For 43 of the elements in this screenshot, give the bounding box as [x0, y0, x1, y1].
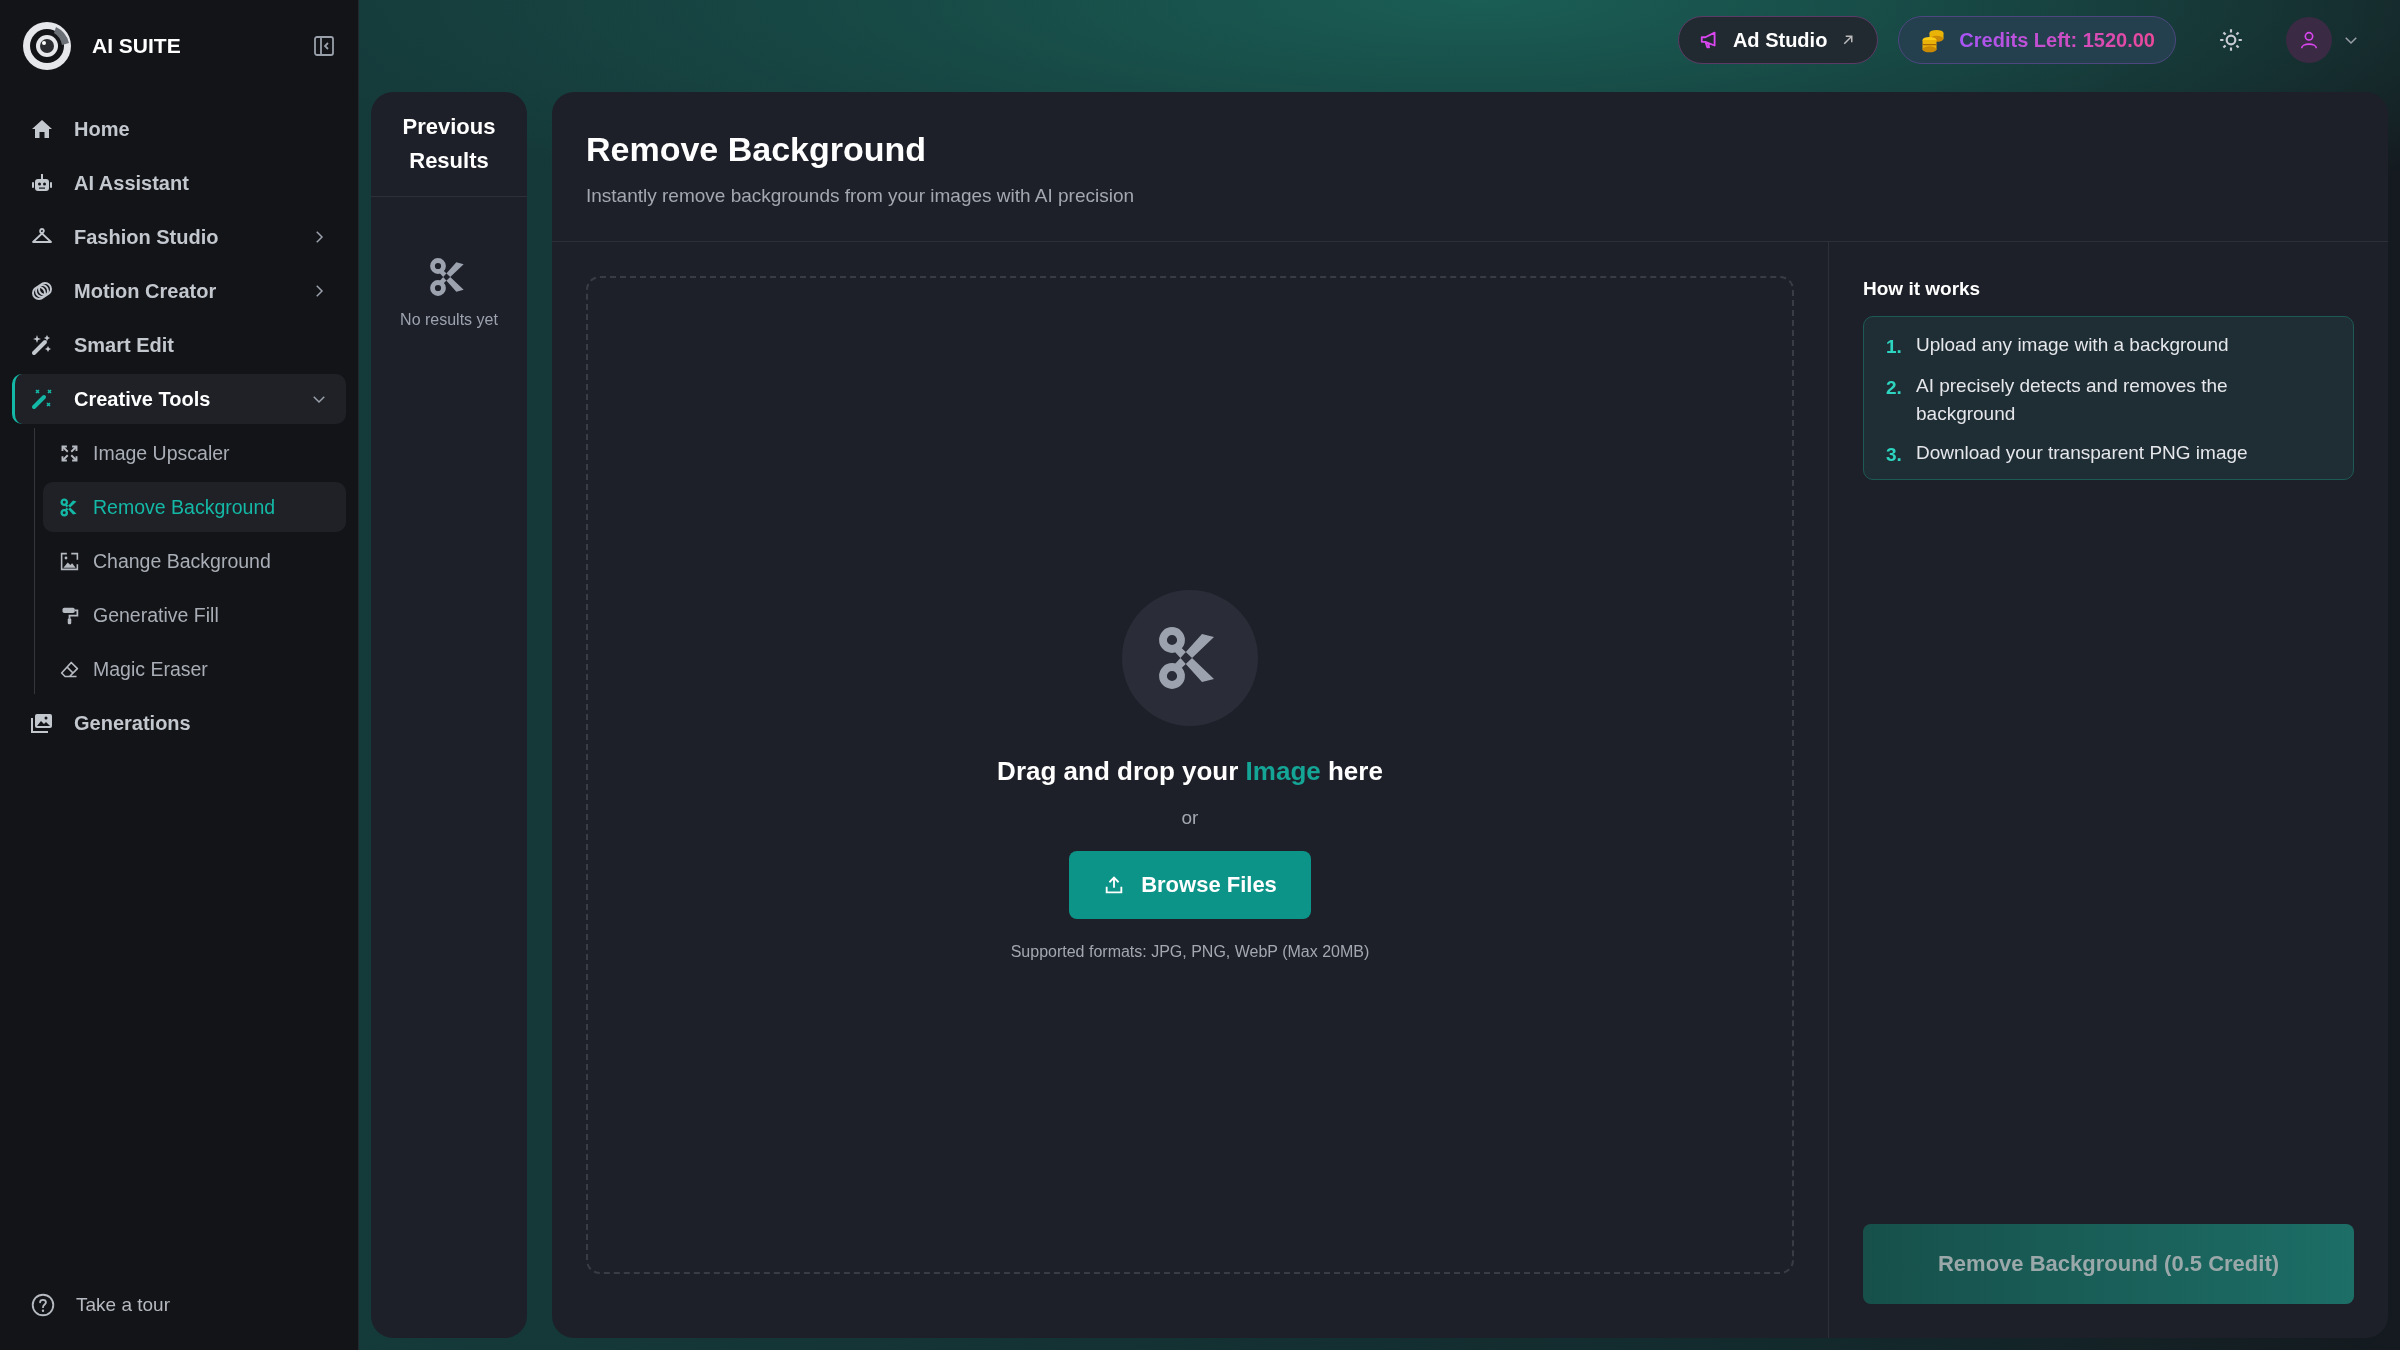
- step-text: AI precisely detects and removes the background: [1916, 373, 2229, 426]
- ad-studio-button[interactable]: Ad Studio: [1677, 16, 1879, 64]
- home-icon: [30, 117, 54, 141]
- step-text: Upload any image with a background: [1916, 333, 2229, 357]
- sidebar-collapse-icon[interactable]: [312, 34, 336, 58]
- credits-badge: Credits Left: 1520.00: [1898, 16, 2176, 64]
- user-icon: [2298, 29, 2320, 51]
- panel-title: Previous Results: [371, 92, 527, 198]
- formats-note: Supported formats: JPG, PNG, WebP (Max 20MB): [1010, 942, 1370, 961]
- step-number: 3.: [1886, 442, 1903, 467]
- user-avatar[interactable]: [2286, 17, 2332, 63]
- page-title: Remove Background: [586, 130, 928, 169]
- sun-icon[interactable]: [2218, 27, 2244, 53]
- or-text: or: [1181, 806, 1199, 829]
- section-title: How it works: [1863, 278, 1982, 300]
- image-frame-icon: [59, 550, 80, 572]
- empty-message: No results yet: [400, 311, 498, 330]
- nav-item[interactable]: AI Assistant: [12, 158, 346, 208]
- drop-zone[interactable]: Drag and drop your Image here or Browse Files Supported formats: JPG, PNG, WebP (Max 20MB): [586, 276, 1794, 1274]
- nav-item[interactable]: Motion Creator: [12, 266, 346, 316]
- step-number: 2.: [1886, 375, 1903, 400]
- nav-item[interactable]: Home: [12, 104, 346, 154]
- step-text: Download your transparent PNG image: [1916, 440, 2248, 465]
- nav-item[interactable]: Smart Edit: [12, 320, 346, 370]
- magic-wand-icon: [30, 387, 54, 411]
- page-subtitle: Instantly remove backgrounds from your images with AI precision: [586, 185, 1136, 207]
- nav-subitem[interactable]: Remove Background: [43, 482, 346, 532]
- help-icon: [30, 1292, 56, 1318]
- browse-files-button[interactable]: Browse Files: [1069, 850, 1311, 919]
- images-icon: [30, 711, 54, 735]
- brand-name: AI SUITE: [92, 34, 182, 58]
- nav-item[interactable]: Fashion Studio: [12, 212, 346, 262]
- tour-link[interactable]: Take a tour: [0, 1280, 358, 1350]
- step-number: 1.: [1886, 335, 1903, 359]
- nav-subitem[interactable]: Change Background: [43, 536, 346, 586]
- rings-icon: [30, 279, 54, 303]
- nav-subitem[interactable]: Generative Fill: [43, 590, 346, 640]
- nav-item[interactable]: Generations: [12, 698, 346, 748]
- nav-item[interactable]: Creative Tools: [12, 374, 346, 424]
- nav-subitem[interactable]: Image Upscaler: [43, 428, 346, 478]
- drop-prompt: Drag and drop your Image here: [997, 755, 1383, 787]
- logo: [22, 21, 72, 71]
- nav-subitem[interactable]: Magic Eraser: [43, 644, 346, 694]
